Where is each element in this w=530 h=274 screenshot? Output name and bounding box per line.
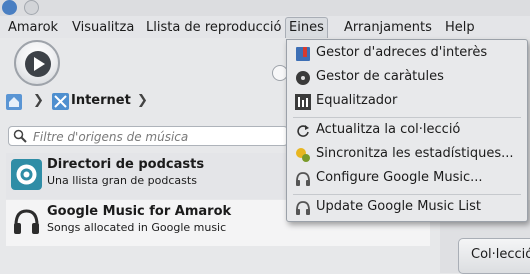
window-options-icon[interactable] bbox=[24, 0, 39, 15]
bookmark-manager-icon bbox=[295, 46, 311, 62]
list-item-subtitle: Una llista gran de podcasts bbox=[47, 174, 197, 187]
menu-item-update-google-music-list[interactable]: Update Google Music List bbox=[287, 197, 527, 219]
equalizer-icon bbox=[295, 94, 311, 110]
menu-item-equalizer[interactable]: Equalitzador bbox=[287, 91, 527, 113]
menubar: Amarok Visualitza Llista de reproducció … bbox=[0, 16, 530, 38]
chevron-right-icon[interactable]: ❯ bbox=[137, 93, 148, 108]
menu-item-label: Gestor de caràtules bbox=[316, 69, 444, 84]
podcast-icon bbox=[11, 159, 42, 190]
menu-item-label: Actualitza la col·lecció bbox=[316, 122, 461, 137]
menu-eines[interactable]: Eines bbox=[285, 17, 328, 38]
sync-statistics-icon bbox=[295, 147, 311, 163]
cover-manager-icon bbox=[295, 70, 311, 86]
list-item-title: Google Music for Amarok bbox=[47, 204, 232, 219]
chevron-right-icon[interactable]: ❯ bbox=[33, 93, 44, 108]
breadcrumb: ❯ Internet ❯ bbox=[6, 93, 286, 113]
tab-collection-label: Col·lecció bbox=[471, 247, 530, 262]
app-menu-icon[interactable] bbox=[2, 0, 17, 15]
home-icon[interactable] bbox=[6, 94, 22, 110]
menu-arranjaments[interactable]: Arranjaments bbox=[344, 19, 432, 37]
menu-item-update-collection[interactable]: Actualitza la col·lecció bbox=[287, 120, 527, 142]
menu-item-label: Update Google Music List bbox=[316, 199, 482, 214]
play-icon bbox=[25, 51, 51, 77]
menu-help[interactable]: Help bbox=[445, 19, 475, 37]
play-button[interactable] bbox=[14, 40, 60, 86]
refresh-icon bbox=[295, 123, 311, 139]
tab-collection[interactable]: Col·lecció bbox=[458, 238, 530, 274]
menu-visualitza[interactable]: Visualitza bbox=[72, 19, 134, 37]
menu-item-label: Equalitzador bbox=[316, 93, 398, 108]
breadcrumb-current[interactable]: Internet bbox=[71, 93, 131, 108]
search-input[interactable] bbox=[31, 128, 285, 146]
tools-menu-dropdown: Gestor d'adreces d'interès Gestor de car… bbox=[286, 39, 528, 222]
headphones-icon bbox=[295, 171, 311, 187]
menu-llista-de-reproduccio[interactable]: Llista de reproducció bbox=[146, 19, 282, 37]
menu-item-sync-statistics[interactable]: Sincronitza les estadístiques... bbox=[287, 144, 527, 166]
menu-item-configure-google-music[interactable]: Configure Google Music... bbox=[287, 168, 527, 190]
list-item-title: Directori de podcasts bbox=[47, 157, 205, 172]
menu-item-label: Gestor d'adreces d'interès bbox=[316, 45, 488, 60]
menu-item-label: Sincronitza les estadístiques... bbox=[316, 146, 514, 161]
window-titlebar bbox=[0, 0, 530, 16]
menu-item-cover-manager[interactable]: Gestor de caràtules bbox=[287, 67, 527, 89]
menu-item-label: Configure Google Music... bbox=[316, 170, 483, 185]
search-field[interactable] bbox=[8, 126, 288, 146]
menu-separator bbox=[293, 194, 521, 195]
internet-icon bbox=[52, 93, 69, 110]
menu-amarok[interactable]: Amarok bbox=[8, 19, 58, 37]
headphones-icon bbox=[295, 200, 311, 216]
menu-separator bbox=[293, 117, 521, 118]
list-item-subtitle: Songs allocated in Google music bbox=[47, 221, 227, 234]
search-icon bbox=[13, 129, 27, 143]
headphones-icon bbox=[11, 206, 42, 237]
menu-item-bookmark-manager[interactable]: Gestor d'adreces d'interès bbox=[287, 43, 527, 65]
